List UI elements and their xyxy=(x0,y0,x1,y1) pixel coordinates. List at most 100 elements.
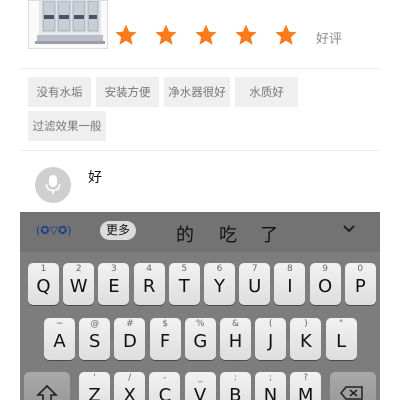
candidate-word[interactable]: 的 xyxy=(176,221,194,247)
key-label: E xyxy=(108,276,120,297)
water-purifier-image xyxy=(35,1,105,44)
key-hint: 4 xyxy=(146,264,152,274)
key-m[interactable]: ? M xyxy=(290,372,322,400)
key-label: O xyxy=(318,276,333,297)
key-g[interactable]: % G xyxy=(184,318,216,360)
key-label: K xyxy=(299,331,312,352)
key-hint: 3 xyxy=(111,264,117,274)
key-c[interactable]: -C xyxy=(149,372,181,400)
key-q[interactable]: 1Q xyxy=(28,263,59,305)
tag-no-scale[interactable]: 没有水垢 xyxy=(28,77,91,107)
key-hint: 2 xyxy=(75,264,82,274)
star-rating[interactable] xyxy=(114,22,314,48)
star-icon[interactable] xyxy=(234,22,274,48)
voice-input-button[interactable] xyxy=(35,167,71,203)
shift-key[interactable] xyxy=(24,372,70,400)
emoticon-button[interactable]: (✪▽✪) xyxy=(36,224,71,237)
key-v[interactable]: _ V xyxy=(184,372,216,400)
chevron-down-icon[interactable] xyxy=(342,224,356,234)
divider xyxy=(20,150,380,151)
key-hint: : xyxy=(233,373,237,383)
review-text-input[interactable]: 好 xyxy=(88,167,102,187)
key-r[interactable]: 4R xyxy=(133,263,165,305)
backspace-key[interactable] xyxy=(330,372,376,400)
key-hint: _ xyxy=(197,373,203,383)
key-label: S xyxy=(88,331,101,352)
key-hint: & xyxy=(231,319,240,329)
tag-purifier-good[interactable]: 净水器很好 xyxy=(164,77,230,107)
key-label: P xyxy=(354,276,366,297)
candidate-word[interactable]: 吃 xyxy=(219,221,237,247)
key-hint: " xyxy=(339,319,344,329)
key-label: B xyxy=(229,385,242,400)
star-icon[interactable] xyxy=(114,22,154,48)
tag-filter-average[interactable]: 过滤效果一般 xyxy=(28,111,106,141)
key-hint: ~ xyxy=(55,319,64,329)
key-hint: ( xyxy=(268,319,273,329)
shift-arrow-icon xyxy=(36,384,58,400)
key-hint: ; xyxy=(268,373,273,383)
key-label: A xyxy=(53,331,66,352)
key-hint: 7 xyxy=(251,264,258,274)
star-icon[interactable] xyxy=(154,22,194,48)
key-hint: ' xyxy=(93,373,96,383)
key-hint: @ xyxy=(90,319,100,329)
key-label: J xyxy=(268,331,274,352)
key-e[interactable]: 3E xyxy=(98,263,130,305)
key-label: Q xyxy=(36,276,51,297)
key-label: Y xyxy=(214,276,225,297)
tag-easy-install[interactable]: 安装方便 xyxy=(96,77,159,107)
key-label: C xyxy=(158,385,172,400)
key-hint: 8 xyxy=(287,264,293,274)
microphone-icon xyxy=(45,175,61,194)
key-label: L xyxy=(336,331,347,352)
key-o[interactable]: 9O xyxy=(309,263,341,305)
key-hint: % xyxy=(196,319,205,329)
key-k[interactable]: ) K xyxy=(290,318,322,360)
key-t[interactable]: 5T xyxy=(168,263,200,305)
key-p[interactable]: 0P xyxy=(344,263,376,305)
candidate-word[interactable]: 了 xyxy=(260,221,278,247)
key-b[interactable]: :B xyxy=(219,372,251,400)
key-hint: 0 xyxy=(357,264,364,274)
tag-water-quality[interactable]: 水质好 xyxy=(235,77,298,107)
backspace-icon xyxy=(340,386,363,400)
key-f[interactable]: $ F xyxy=(149,318,181,360)
key-hint: / xyxy=(128,373,132,383)
key-hint: 1 xyxy=(40,264,47,274)
key-label: R xyxy=(142,276,156,297)
key-label: G xyxy=(193,331,208,352)
key-hint: 6 xyxy=(216,264,223,274)
key-hint: ? xyxy=(303,373,309,383)
key-w[interactable]: 2W xyxy=(63,263,95,305)
more-button[interactable]: 更多 xyxy=(100,221,136,240)
key-a[interactable]: ~ A xyxy=(44,318,75,360)
key-l[interactable]: " L xyxy=(325,318,357,360)
key-hint: - xyxy=(163,373,167,383)
key-label: I xyxy=(287,276,293,297)
key-i[interactable]: 8I xyxy=(274,263,306,305)
key-h[interactable]: & H xyxy=(220,318,251,360)
key-hint: ) xyxy=(304,319,308,329)
key-x[interactable]: / X xyxy=(114,372,146,400)
key-s[interactable]: @ S xyxy=(79,318,111,360)
key-d[interactable]: # D xyxy=(114,318,146,360)
rating-label: 好评 xyxy=(316,32,343,47)
key-u[interactable]: 7U xyxy=(239,263,271,305)
key-label: U xyxy=(248,276,262,297)
key-label: W xyxy=(69,276,88,297)
key-label: D xyxy=(122,331,137,352)
key-label: T xyxy=(178,276,190,297)
key-y[interactable]: 6Y xyxy=(204,263,235,305)
key-label: F xyxy=(159,331,171,352)
key-z[interactable]: ' Z xyxy=(79,372,110,400)
key-hint: $ xyxy=(162,319,168,329)
star-icon[interactable] xyxy=(194,22,234,48)
key-label: N xyxy=(263,385,278,400)
key-j[interactable]: (J xyxy=(255,318,287,360)
key-label: V xyxy=(193,385,207,400)
key-n[interactable]: ; N xyxy=(255,372,286,400)
key-label: H xyxy=(228,331,243,352)
key-label: M xyxy=(297,385,314,400)
star-icon[interactable] xyxy=(274,22,314,48)
